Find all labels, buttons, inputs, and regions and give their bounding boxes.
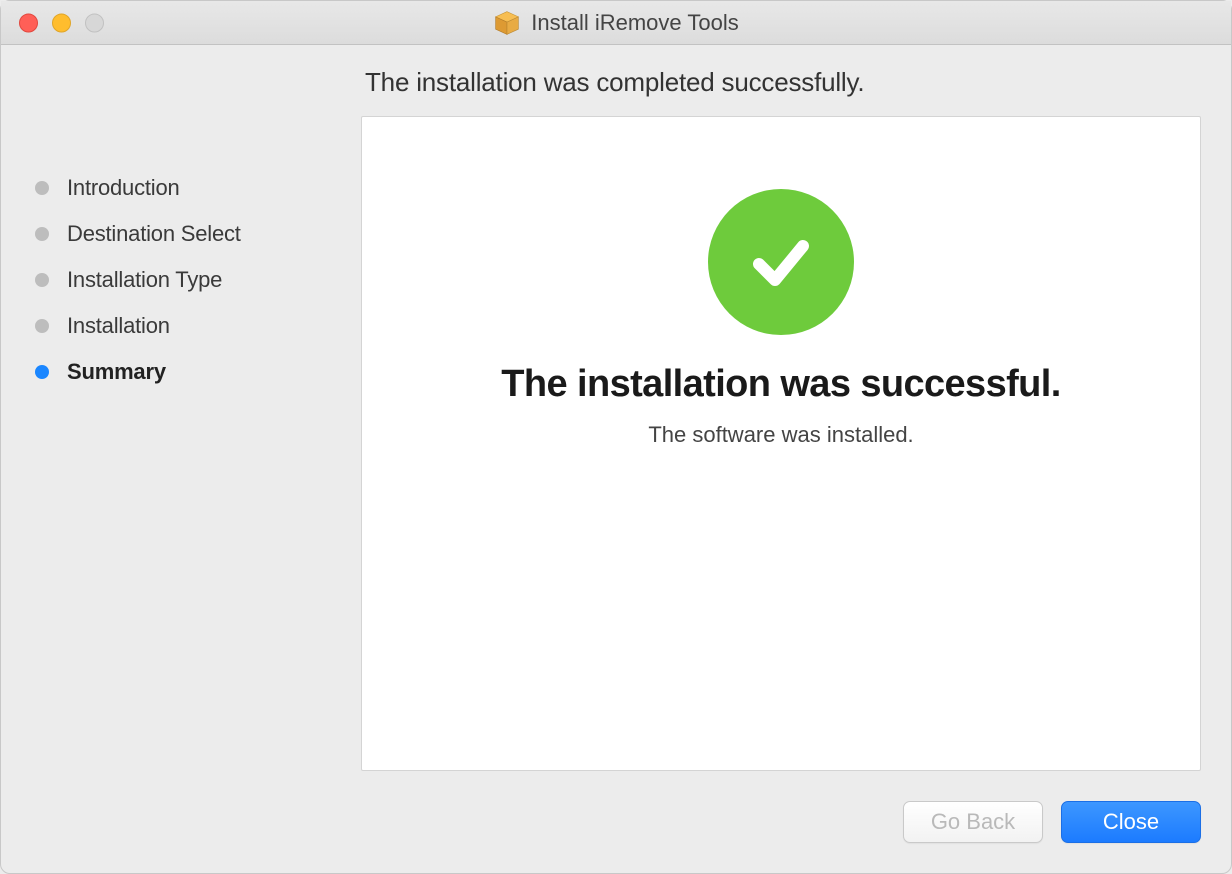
main-column: The installation was completed successfu… <box>361 45 1201 771</box>
zoom-window-button <box>85 13 104 32</box>
sidebar-item-destination-select: Destination Select <box>31 211 361 257</box>
sidebar-item-label: Introduction <box>67 175 180 201</box>
close-window-button[interactable] <box>19 13 38 32</box>
panel-subtitle: The software was installed. <box>648 422 913 448</box>
sidebar-item-label: Destination Select <box>67 221 241 247</box>
step-dot-icon <box>35 227 49 241</box>
minimize-window-button[interactable] <box>52 13 71 32</box>
title-center: Install iRemove Tools <box>1 9 1231 37</box>
close-button[interactable]: Close <box>1061 801 1201 843</box>
step-dot-icon <box>35 319 49 333</box>
page-heading: The installation was completed successfu… <box>361 45 1201 116</box>
titlebar: Install iRemove Tools <box>1 1 1231 45</box>
success-check-icon <box>708 189 854 335</box>
sidebar-item-label: Installation <box>67 313 170 339</box>
package-icon <box>493 9 521 37</box>
sidebar-item-installation: Installation <box>31 303 361 349</box>
step-dot-icon <box>35 181 49 195</box>
go-back-button: Go Back <box>903 801 1043 843</box>
footer: Go Back Close <box>31 771 1201 843</box>
step-dot-icon <box>35 273 49 287</box>
sidebar-item-label: Summary <box>67 359 166 385</box>
content-panel: The installation was successful. The sof… <box>361 116 1201 771</box>
sidebar-item-label: Installation Type <box>67 267 222 293</box>
window-title: Install iRemove Tools <box>531 10 738 36</box>
sidebar: Introduction Destination Select Installa… <box>31 45 361 771</box>
sidebar-item-installation-type: Installation Type <box>31 257 361 303</box>
sidebar-item-summary: Summary <box>31 349 361 395</box>
content-row: Introduction Destination Select Installa… <box>31 45 1201 771</box>
step-dot-icon <box>35 365 49 379</box>
sidebar-item-introduction: Introduction <box>31 165 361 211</box>
window-controls <box>19 13 104 32</box>
panel-title: The installation was successful. <box>501 363 1060 406</box>
window-body: Introduction Destination Select Installa… <box>1 45 1231 873</box>
